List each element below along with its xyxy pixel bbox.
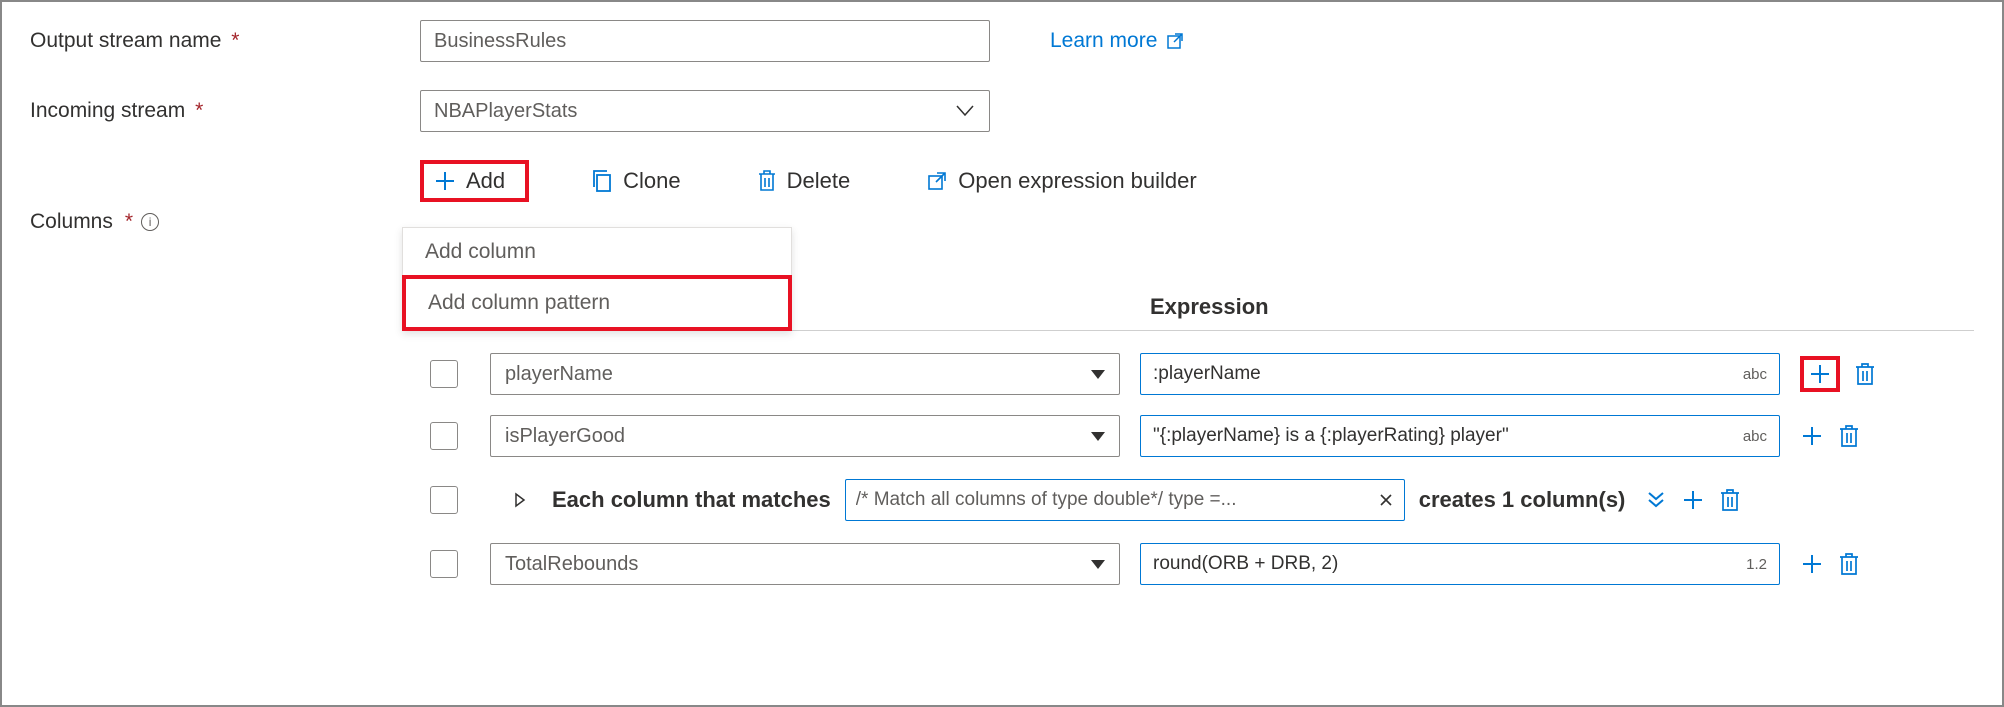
add-label: Add [466,168,505,194]
learn-more-link[interactable]: Learn more [1050,29,1185,53]
incoming-stream-row: Incoming stream * [30,90,1974,132]
delete-label: Delete [787,168,851,194]
form-panel: Output stream name * Learn more Incoming… [0,0,2004,707]
output-stream-input[interactable] [420,20,990,62]
trash-icon [757,169,777,193]
column-name-select[interactable]: playerName [490,353,1120,395]
open-builder-label: Open expression builder [958,168,1196,194]
expression-input[interactable]: :playerName abc [1140,353,1780,395]
column-name-value: isPlayerGood [505,425,625,448]
info-icon[interactable]: i [141,213,159,231]
output-stream-label: Output stream name * [30,29,420,53]
expression-text: round(ORB + DRB, 2) [1153,553,1338,575]
column-name-value: playerName [505,363,613,386]
add-column-menu-item[interactable]: Add column [403,228,791,276]
pattern-match-input[interactable]: /* Match all columns of type double*/ ty… [845,479,1405,521]
add-row-button[interactable] [1681,488,1705,512]
add-button[interactable]: Add [420,160,529,202]
expression-input[interactable]: "{:playerName} is a {:playerRating} play… [1140,415,1780,457]
incoming-stream-value[interactable] [420,90,990,132]
row-checkbox[interactable] [430,422,458,450]
delete-row-button[interactable] [1719,487,1741,513]
row-checkbox[interactable] [430,486,458,514]
add-dropdown-menu: Add column Add column pattern [402,227,792,331]
incoming-stream-label-text: Incoming stream [30,99,185,122]
add-column-pattern-menu-item[interactable]: Add column pattern [402,275,792,331]
clear-icon[interactable] [1378,492,1394,508]
add-row-button[interactable] [1800,552,1824,576]
incoming-stream-label: Incoming stream * [30,99,420,123]
toolbar-row: Add Clone Delete [30,160,1974,202]
type-badge: abc [1743,366,1767,383]
delete-row-button[interactable] [1854,361,1876,387]
learn-more-text: Learn more [1050,29,1157,53]
column-row: isPlayerGood "{:playerName} is a {:playe… [420,405,1974,467]
pattern-prefix-label: Each column that matches [552,487,831,513]
required-star: * [231,29,239,52]
pattern-match-text: /* Match all columns of type double*/ ty… [856,489,1370,511]
output-stream-label-text: Output stream name [30,29,221,52]
external-link-icon [926,170,948,192]
column-name-select[interactable]: isPlayerGood [490,415,1120,457]
delete-button[interactable]: Delete [743,162,865,200]
required-star: * [125,210,133,234]
columns-label-row: Columns * i [30,210,1974,234]
incoming-stream-select[interactable] [420,90,990,132]
columns-grid: Expression playerName :playerName abc [420,294,1974,595]
columns-label-text: Columns [30,210,113,234]
output-stream-row: Output stream name * Learn more [30,20,1974,62]
required-star: * [195,99,203,122]
column-name-value: TotalRebounds [505,553,638,576]
type-badge: abc [1743,428,1767,445]
clone-button[interactable]: Clone [577,162,694,200]
caret-down-icon [1091,432,1105,441]
delete-row-button[interactable] [1838,423,1860,449]
columns-label: Columns * i [30,210,420,234]
plus-icon [434,170,456,192]
expression-text: :playerName [1153,363,1261,385]
row-checkbox[interactable] [430,360,458,388]
columns-toolbar: Add Clone Delete [420,160,1211,202]
pattern-suffix-label: creates 1 column(s) [1419,487,1626,513]
type-badge: 1.2 [1746,556,1767,573]
caret-down-icon [1091,560,1105,569]
expression-header: Expression [1140,294,1974,320]
copy-icon [591,169,613,193]
delete-row-button[interactable] [1838,551,1860,577]
external-link-icon [1165,31,1185,51]
double-chevron-down-icon[interactable] [1645,489,1667,511]
expression-input[interactable]: round(ORB + DRB, 2) 1.2 [1140,543,1780,585]
open-expression-builder-button[interactable]: Open expression builder [912,162,1210,200]
column-row: playerName :playerName abc [420,343,1974,405]
row-checkbox[interactable] [430,550,458,578]
column-row: TotalRebounds round(ORB + DRB, 2) 1.2 [420,533,1974,595]
expression-text: "{:playerName} is a {:playerRating} play… [1153,425,1509,447]
clone-label: Clone [623,168,680,194]
column-name-select[interactable]: TotalRebounds [490,543,1120,585]
add-row-button[interactable] [1800,424,1824,448]
add-row-button[interactable] [1800,356,1840,392]
column-pattern-row: Each column that matches /* Match all co… [420,467,1974,533]
expand-toggle[interactable] [514,492,526,508]
caret-down-icon [1091,370,1105,379]
